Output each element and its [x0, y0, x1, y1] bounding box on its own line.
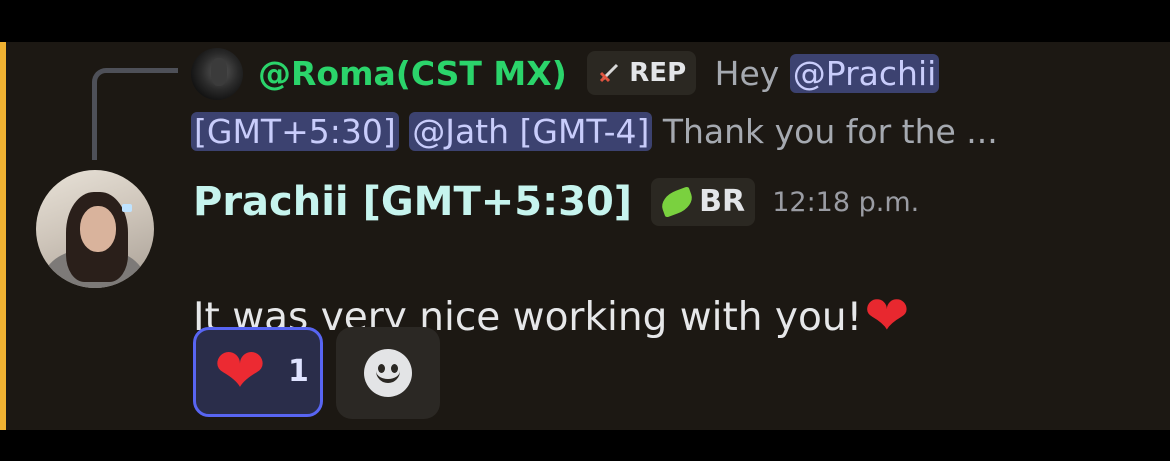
reply-author-avatar[interactable]	[191, 48, 243, 100]
heart-emoji-icon: ❤	[214, 334, 266, 407]
mention-jath[interactable]: @Jath [GMT-4]	[409, 112, 653, 151]
reply-connector	[92, 68, 178, 160]
mention-prachii-part1[interactable]: @Prachii	[789, 54, 940, 93]
sword-icon	[595, 51, 625, 95]
reply-role-tag[interactable]: REP	[587, 51, 697, 95]
author-name[interactable]: Prachii [GMT+5:30]	[193, 179, 632, 225]
reply-author-name[interactable]: @Roma(CST MX)	[258, 54, 567, 93]
author-avatar[interactable]	[36, 170, 154, 288]
reaction-heart-button[interactable]: ❤ 1	[193, 327, 323, 417]
reply-preview-line-2[interactable]: [GMT+5:30] @Jath [GMT-4] Thank you for t…	[191, 106, 998, 158]
reaction-count: 1	[288, 354, 309, 389]
reply-text-suffix: Thank you for the ...	[662, 112, 998, 151]
message-timestamp[interactable]: 12:18 p.m.	[772, 187, 919, 218]
leaf-icon	[658, 186, 696, 218]
author-role-label: BR	[699, 184, 746, 219]
reply-role-label: REP	[629, 58, 687, 88]
smiley-icon	[364, 349, 412, 397]
add-reaction-button[interactable]	[336, 327, 440, 419]
author-role-tag[interactable]: BR	[651, 178, 756, 226]
mention-highlight-bar	[0, 42, 6, 430]
reply-text-prefix: Hey	[714, 54, 780, 93]
mention-prachii-part2[interactable]: [GMT+5:30]	[191, 112, 399, 151]
heart-emoji-icon: ❤	[864, 284, 910, 347]
screen: @Roma(CST MX) REP Hey @Prachii [GMT+5:30…	[0, 0, 1170, 461]
message-header: Prachii [GMT+5:30] BR 12:18 p.m.	[193, 178, 919, 234]
chat-message[interactable]: @Roma(CST MX) REP Hey @Prachii [GMT+5:30…	[0, 42, 1170, 430]
reply-preview-line-1[interactable]: @Roma(CST MX) REP Hey @Prachii	[258, 48, 940, 100]
